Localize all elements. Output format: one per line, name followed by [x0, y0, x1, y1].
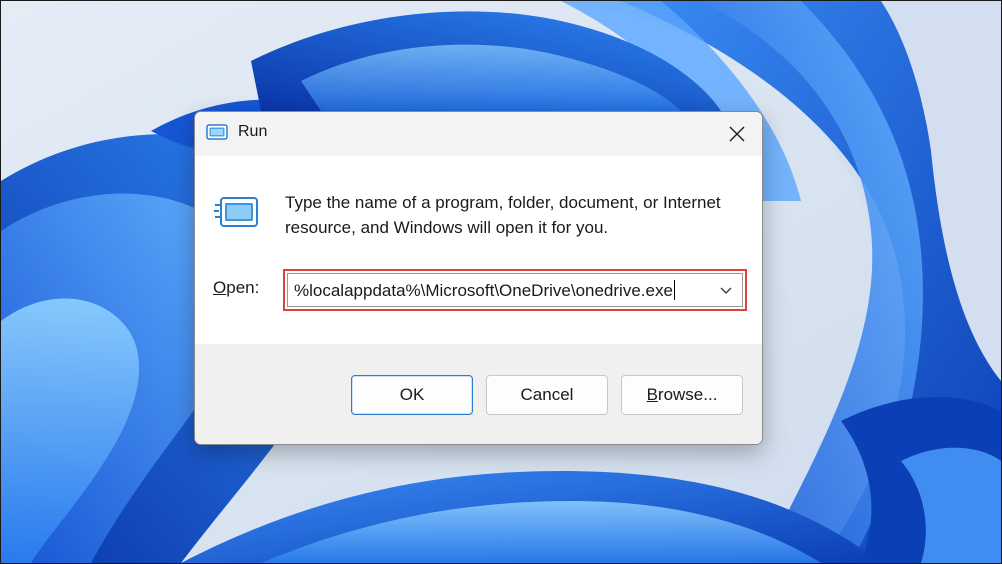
dialog-title: Run: [238, 123, 268, 140]
open-input[interactable]: %localappdata%\Microsoft\OneDrive\onedri…: [294, 280, 675, 301]
title-bar[interactable]: Run: [195, 112, 762, 156]
chevron-down-icon[interactable]: [718, 282, 734, 298]
open-input-value: %localappdata%\Microsoft\OneDrive\onedri…: [294, 281, 673, 300]
text-caret: [673, 280, 675, 300]
ok-button[interactable]: OK: [351, 375, 473, 415]
open-label: Open:: [213, 278, 259, 298]
open-label-text: pen:: [226, 278, 260, 297]
run-icon: [206, 124, 228, 140]
browse-label: rowse...: [657, 385, 718, 404]
close-button[interactable]: [718, 116, 756, 152]
close-icon: [729, 126, 745, 142]
run-icon: [214, 197, 258, 227]
open-label-accelerator: O: [213, 278, 227, 297]
dialog-content: Type the name of a program, folder, docu…: [195, 156, 762, 344]
browse-button[interactable]: Browse...: [621, 375, 743, 415]
run-dialog: Run Type the name of a program, folder, …: [194, 111, 763, 445]
button-bar: OK Cancel Browse...: [195, 344, 762, 444]
dialog-description: Type the name of a program, folder, docu…: [285, 193, 721, 237]
cancel-button[interactable]: Cancel: [486, 375, 608, 415]
browse-accelerator: B: [646, 385, 658, 404]
open-combobox[interactable]: %localappdata%\Microsoft\OneDrive\onedri…: [287, 273, 743, 307]
desktop: Run Type the name of a program, folder, …: [0, 0, 1002, 564]
